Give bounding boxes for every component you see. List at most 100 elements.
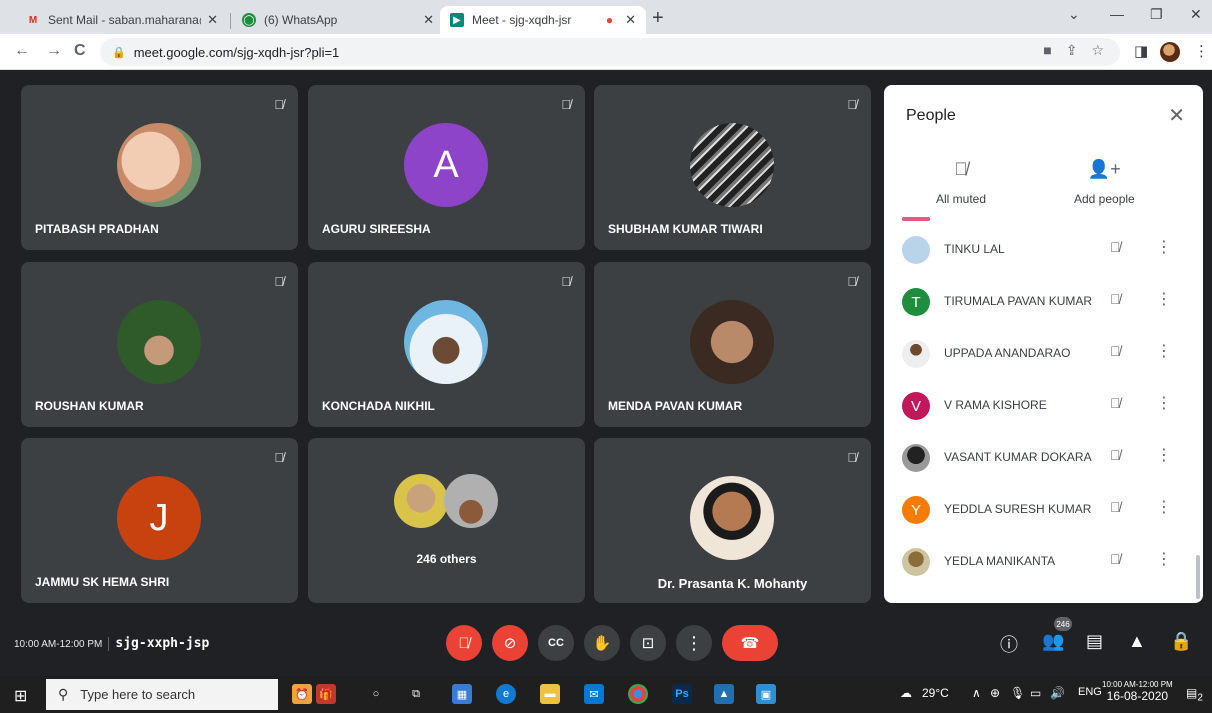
windows-start-icon[interactable]: ⊞ — [14, 686, 27, 706]
participant-tile[interactable]: 🎙̸ SHUBHAM KUMAR TIWARI — [594, 85, 871, 250]
present-button[interactable]: ⊡ — [630, 625, 666, 661]
menu-icon[interactable]: ⋮ — [1194, 42, 1209, 60]
alarm-icon[interactable]: ⏰ — [292, 684, 312, 704]
participant-name: Dr. Prasanta K. Mohanty — [657, 576, 808, 591]
others-tile[interactable]: 246 others — [308, 438, 585, 603]
tab-search-icon[interactable]: ⌄ — [1068, 6, 1080, 23]
star-icon[interactable]: ☆ — [1091, 42, 1104, 59]
avatar — [394, 474, 448, 528]
photoshop-icon[interactable]: Ps — [672, 684, 692, 704]
more-icon[interactable]: ⋮ — [1156, 393, 1172, 413]
tray-chevron-icon[interactable]: ∧ — [972, 686, 981, 700]
notification-icon[interactable]: ▤2 — [1186, 686, 1203, 703]
profile-avatar[interactable] — [1160, 42, 1180, 62]
tab-gmail[interactable]: M Sent Mail - saban.maharana@cu ✕ — [16, 6, 228, 34]
more-icon[interactable]: ⋮ — [1156, 289, 1172, 309]
network-icon[interactable]: ⊕ — [990, 686, 1000, 700]
back-icon[interactable]: ← — [14, 42, 30, 60]
close-tab-icon[interactable]: ✕ — [423, 12, 434, 28]
mic-icon[interactable]: 🎙 — [1010, 686, 1025, 700]
list-item[interactable]: YEDLA MANIKANTA 🎙̸ ⋮ — [884, 535, 1203, 587]
app-icon[interactable]: ▣ — [756, 684, 776, 704]
mic-off-icon: 🎙̸ — [274, 450, 284, 465]
restore-button[interactable]: ❐ — [1150, 6, 1163, 23]
list-item[interactable]: T TIRUMALA PAVAN KUMAR 🎙̸ ⋮ — [884, 275, 1203, 327]
mail-icon[interactable]: ✉ — [584, 684, 604, 704]
all-muted-button[interactable]: 🎙̸ All muted — [936, 159, 986, 206]
mic-off-icon: 🎙̸ — [274, 97, 284, 112]
close-tab-icon[interactable]: ✕ — [625, 12, 636, 28]
camera-icon[interactable]: ■ — [1043, 42, 1051, 59]
calculator-icon[interactable]: ▦ — [452, 684, 472, 704]
phone-hangup-icon: ☎ — [740, 635, 760, 652]
participant-tile[interactable]: 🎙̸ A AGURU SIREESHA — [308, 85, 585, 250]
task-view-icon[interactable]: ⧉ — [406, 684, 426, 704]
url-text: meet.google.com/sjg-xqdh-jsr?pli=1 — [133, 44, 340, 60]
language-indicator[interactable]: ENG — [1078, 686, 1102, 698]
leave-call-button[interactable]: ☎ — [722, 625, 778, 661]
more-icon[interactable]: ⋮ — [1156, 237, 1172, 257]
participant-tile[interactable]: 🎙̸ MENDA PAVAN KUMAR — [594, 262, 871, 427]
participant-tile[interactable]: 🎙̸ J JAMMU SK HEMA SHRI — [21, 438, 298, 603]
chrome-icon[interactable] — [628, 684, 648, 704]
captions-button[interactable]: CC — [538, 625, 574, 661]
close-tab-icon[interactable]: ✕ — [207, 12, 218, 28]
more-icon[interactable]: ⋮ — [1156, 341, 1172, 361]
cortana-icon[interactable]: ○ — [366, 684, 386, 704]
host-controls-icon[interactable]: 🔒 — [1170, 631, 1192, 652]
mic-toggle-button[interactable]: 🎙̸ — [446, 625, 482, 661]
close-window-button[interactable]: ✕ — [1190, 6, 1202, 23]
weather-icon[interactable]: ☁ — [900, 686, 912, 700]
list-item[interactable]: TINKU LAL 🎙̸ ⋮ — [884, 223, 1203, 275]
sidepanel-icon[interactable]: ◨ — [1134, 42, 1148, 60]
tab-whatsapp[interactable]: ◯ (6) WhatsApp ✕ — [232, 6, 444, 34]
volume-icon[interactable]: 🔊 — [1050, 686, 1065, 700]
avatar — [117, 123, 201, 207]
avatar — [690, 300, 774, 384]
list-item[interactable]: V V RAMA KISHORE 🎙̸ ⋮ — [884, 379, 1203, 431]
list-item[interactable]: UPPADA ANANDARAO 🎙̸ ⋮ — [884, 327, 1203, 379]
mic-off-icon: 🎙̸ — [1110, 291, 1121, 307]
mic-off-icon: 🎙̸ — [458, 634, 470, 652]
avatar — [902, 444, 930, 472]
participant-tile[interactable]: 🎙̸ ROUSHAN KUMAR — [21, 262, 298, 427]
chat-icon[interactable]: ▤ — [1086, 631, 1103, 652]
info-icon[interactable]: ⓘ — [1000, 631, 1018, 657]
list-item[interactable]: Y YEDDLA SURESH KUMAR 🎙̸ ⋮ — [884, 483, 1203, 535]
avatar: J — [117, 476, 201, 560]
camera-toggle-button[interactable]: ⊘ — [492, 625, 528, 661]
more-options-button[interactable]: ⋮ — [676, 625, 712, 661]
participant-name: JAMMU SK HEMA SHRI — [35, 575, 170, 589]
presenter-tile[interactable]: 🎙̸ Dr. Prasanta K. Mohanty — [594, 438, 871, 603]
windows-taskbar: ⊞ ⚲ Type here to search ⏰ 🎁 ○ ⧉ ▦ e ▬ ✉ … — [0, 676, 1212, 713]
activities-icon[interactable]: ▲ — [1128, 631, 1146, 652]
more-icon[interactable]: ⋮ — [1156, 549, 1172, 569]
forward-icon[interactable]: → — [46, 42, 62, 60]
raise-hand-button[interactable]: ✋ — [584, 625, 620, 661]
participant-tile[interactable]: 🎙̸ KONCHADA NIKHIL — [308, 262, 585, 427]
close-icon[interactable]: ✕ — [1168, 103, 1185, 128]
edge-icon[interactable]: e — [496, 684, 516, 704]
display-icon[interactable]: ▭ — [1030, 686, 1041, 700]
minimize-button[interactable]: — — [1110, 6, 1124, 22]
more-icon[interactable]: ⋮ — [1156, 445, 1172, 465]
reload-icon[interactable]: C — [74, 42, 86, 60]
list-item[interactable]: VASANT KUMAR DOKARA 🎙̸ ⋮ — [884, 431, 1203, 483]
gift-icon[interactable]: 🎁 — [316, 684, 336, 704]
participant-tile[interactable]: 🎙̸ PITABASH PRADHAN — [21, 85, 298, 250]
taskbar-clock[interactable]: 10:00 AM-12:00 PM 16-08-2020 — [1102, 680, 1173, 703]
weather-temp[interactable]: 29°C — [922, 686, 949, 700]
tab-meet[interactable]: ▶ Meet - sjg-xqdh-jsr ● ✕ — [440, 6, 646, 34]
new-tab-button[interactable]: + — [652, 7, 664, 30]
address-bar[interactable]: 🔒 meet.google.com/sjg-xqdh-jsr?pli=1 ■ ⇪… — [100, 38, 1120, 66]
share-icon[interactable]: ⇪ — [1066, 42, 1078, 59]
scrollbar[interactable] — [1196, 555, 1200, 599]
file-explorer-icon[interactable]: ▬ — [540, 684, 560, 704]
add-people-button[interactable]: 👤+ Add people — [1074, 159, 1135, 206]
avatar — [690, 123, 774, 207]
taskbar-search-box[interactable]: ⚲ Type here to search — [46, 679, 278, 710]
photos-icon[interactable]: ▲ — [714, 684, 734, 704]
people-icon[interactable]: 👥 — [1042, 631, 1064, 652]
gmail-icon: M — [28, 14, 38, 26]
more-icon[interactable]: ⋮ — [1156, 497, 1172, 517]
